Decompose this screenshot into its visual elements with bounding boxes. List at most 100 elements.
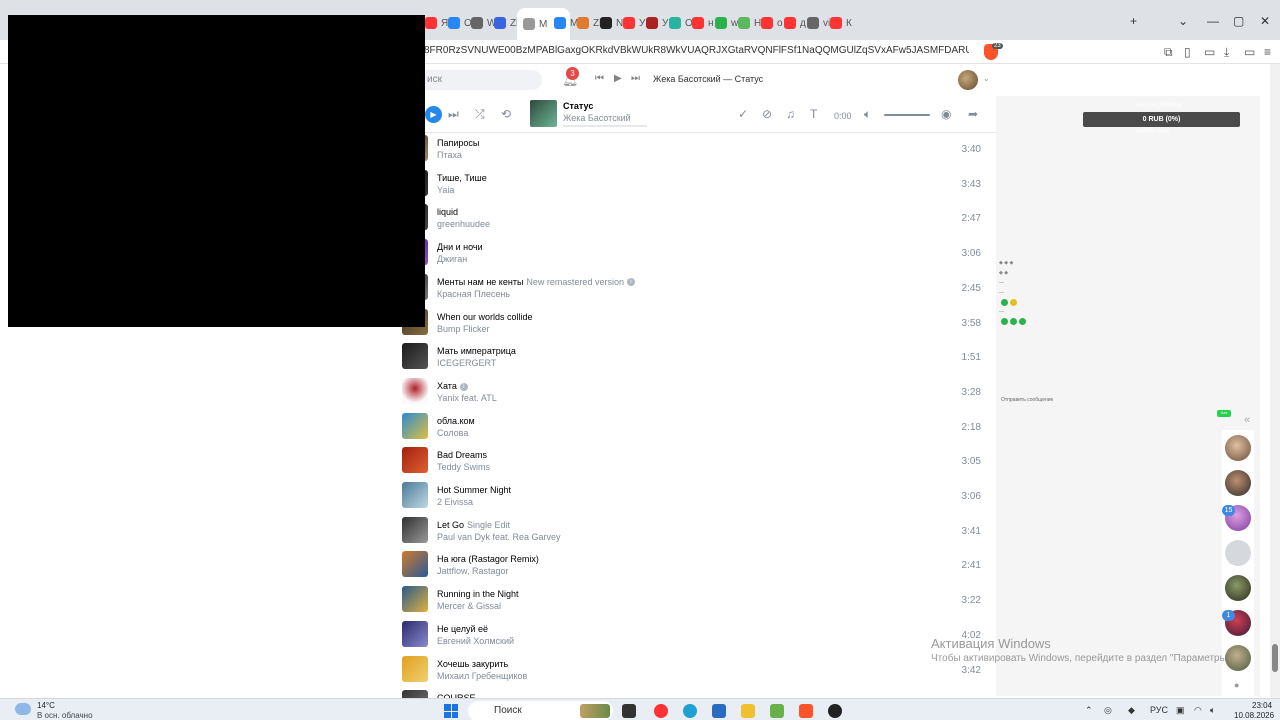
track-cover[interactable] xyxy=(402,377,428,404)
list-item[interactable]: Папиросы Птаха 3:40 xyxy=(390,133,996,167)
track-cover[interactable] xyxy=(402,655,428,682)
list-item[interactable]: Bad Dreams Teddy Swims 3:05 xyxy=(390,445,996,479)
next-track-icon[interactable]: ⏭ xyxy=(631,73,640,84)
list-item[interactable]: Хочешь закурить Михаил Гребенщиков 3:42 xyxy=(390,654,996,688)
list-item[interactable]: When our worlds collide Bump Flicker 3:58 xyxy=(390,307,996,341)
browser-tab[interactable]: У xyxy=(623,12,645,34)
browser-tab[interactable]: w xyxy=(715,12,738,34)
track-artist[interactable]: greenhuudee xyxy=(437,219,490,229)
page-scrollbar[interactable] xyxy=(1270,64,1280,698)
language-indicator[interactable]: РУС xyxy=(1150,705,1168,715)
tray-app-icon[interactable]: ▣ xyxy=(1176,705,1185,716)
track-cover[interactable] xyxy=(402,551,428,578)
track-title[interactable]: Не целуй её xyxy=(437,624,488,634)
list-item[interactable]: Hot Summer Night 2 Eivissa 3:06 xyxy=(390,480,996,514)
track-title[interactable]: обла.ком xyxy=(437,416,475,426)
play-button[interactable]: ▶ xyxy=(425,106,442,123)
list-item[interactable]: обла.ком Солова 2:18 xyxy=(390,411,996,445)
header-play-icon[interactable]: ▶ xyxy=(614,73,622,84)
track-artist[interactable]: Солова xyxy=(437,428,468,438)
minimize-icon[interactable]: — xyxy=(1207,14,1219,28)
track-title[interactable]: Bad Dreams xyxy=(437,450,487,460)
track-artist[interactable]: Михаил Гребенщиков xyxy=(437,671,527,681)
list-item[interactable]: Хата i Yanix feat. ATL 3:28 xyxy=(390,376,996,410)
next-track-icon[interactable]: ⏭ xyxy=(448,107,459,122)
tray-chevron-icon[interactable]: ⌃ xyxy=(1085,705,1093,716)
weather-icon[interactable] xyxy=(15,703,31,715)
list-item[interactable]: liquid greenhuudee 2:47 xyxy=(390,202,996,236)
track-artist[interactable]: Yanix feat. ATL xyxy=(437,393,497,403)
volume-slider[interactable] xyxy=(884,114,930,116)
store-icon[interactable] xyxy=(712,704,726,718)
browser-tab[interactable]: о xyxy=(761,12,783,34)
browser-tab[interactable]: О xyxy=(669,12,693,34)
maximize-icon[interactable]: ▢ xyxy=(1233,14,1244,28)
start-button[interactable] xyxy=(444,704,458,718)
list-item[interactable]: Running in the Night Mercer & Gissal 3:22 xyxy=(390,584,996,618)
previous-track-icon[interactable]: ⏮ xyxy=(595,73,604,84)
track-artist[interactable]: Teddy Swims xyxy=(437,462,490,472)
app-icon[interactable] xyxy=(770,704,784,718)
track-cover[interactable] xyxy=(402,620,428,647)
track-cover[interactable] xyxy=(402,343,428,370)
close-window-icon[interactable]: ✕ xyxy=(1260,14,1270,28)
weather-description[interactable]: В осн. облачно xyxy=(37,711,93,720)
list-item[interactable]: Мать императрица ICEGERGERT 1:51 xyxy=(390,341,996,375)
repeat-icon[interactable]: ⟲ xyxy=(501,107,511,121)
player-title[interactable]: Статус xyxy=(563,101,593,111)
track-title[interactable]: When our worlds collide xyxy=(437,312,533,322)
downloads-icon[interactable]: ⤓ xyxy=(1224,45,1229,60)
wallet-icon[interactable]: ▭ xyxy=(1204,45,1215,59)
edge-icon[interactable] xyxy=(683,704,697,718)
volume-icon[interactable]: 🔈︎ xyxy=(1210,705,1215,716)
scroll-thumb[interactable] xyxy=(1272,644,1278,672)
friend-avatar[interactable] xyxy=(1225,540,1251,566)
browser-tab[interactable]: К xyxy=(830,12,852,34)
task-view-icon[interactable] xyxy=(622,704,636,718)
chat-send-button[interactable]: Чат xyxy=(1217,410,1231,417)
browser-tab[interactable]: О xyxy=(448,12,472,34)
sidebar-icon[interactable]: ▯ xyxy=(1184,45,1191,59)
friend-avatar[interactable] xyxy=(1225,645,1251,671)
track-cover[interactable] xyxy=(402,447,428,474)
track-title[interactable]: Тише, Тише xyxy=(437,173,487,183)
extensions-icon[interactable]: ⧉ xyxy=(1164,45,1173,60)
list-item[interactable]: COURSE xyxy=(390,688,996,698)
broadcast-icon[interactable]: ◉ xyxy=(941,107,951,121)
track-title[interactable]: Let Go Single Edit xyxy=(437,520,510,530)
friend-avatar[interactable] xyxy=(1225,575,1251,601)
account-icon[interactable]: ▭ xyxy=(1244,45,1255,59)
url-field[interactable]: 8FR0RzSVNUWE00BzMPABlGaxgOKRkdVBkWUkR8Wk… xyxy=(424,45,969,56)
list-item[interactable]: На юга (Rastagor Remix) Jattflow, Rastago… xyxy=(390,549,996,583)
track-cover[interactable] xyxy=(402,690,428,698)
clock-time[interactable]: 23:04 xyxy=(1252,701,1272,710)
track-artist[interactable]: Евгений Холмский xyxy=(437,636,514,646)
chevron-down-icon[interactable]: ⌄ xyxy=(983,74,990,83)
track-cover[interactable] xyxy=(402,482,428,508)
shuffle-icon[interactable]: ⤮ xyxy=(475,107,485,122)
progress-bar[interactable] xyxy=(563,125,647,127)
browser-tab[interactable]: М xyxy=(554,12,578,34)
lyrics-icon[interactable]: T xyxy=(810,107,817,121)
collapse-icon[interactable]: « xyxy=(1244,414,1250,426)
track-artist[interactable]: ICEGERGERT xyxy=(437,358,496,368)
info-icon[interactable]: i xyxy=(459,382,468,391)
new-tab-button[interactable]: + xyxy=(1130,14,1137,28)
tab-list-chevron-icon[interactable]: ⌄ xyxy=(1178,14,1188,28)
friend-avatar[interactable] xyxy=(1225,470,1251,496)
share-icon[interactable]: ➦ xyxy=(968,107,978,121)
track-cover[interactable] xyxy=(402,412,428,439)
file-explorer-icon[interactable] xyxy=(741,704,755,718)
track-artist[interactable]: Jattflow, Rastagor xyxy=(437,566,509,576)
track-title[interactable]: Мать императрица xyxy=(437,346,516,356)
friend-avatar[interactable] xyxy=(1225,435,1251,461)
music-note-icon[interactable]: ♫ xyxy=(786,107,795,121)
track-title[interactable]: Менты нам не кенты New remastered version… xyxy=(437,277,635,287)
track-title[interactable]: На юга (Rastagor Remix) xyxy=(437,554,539,564)
wifi-icon[interactable]: ◠ xyxy=(1194,705,1202,716)
track-cover[interactable] xyxy=(402,516,428,543)
browser-tab[interactable]: н xyxy=(692,12,714,34)
list-item[interactable]: Let Go Single Edit Paul van Dyk feat. Rea … xyxy=(390,515,996,549)
search-input[interactable]: иск xyxy=(425,70,542,90)
track-title[interactable]: Хочешь закурить xyxy=(437,659,508,669)
